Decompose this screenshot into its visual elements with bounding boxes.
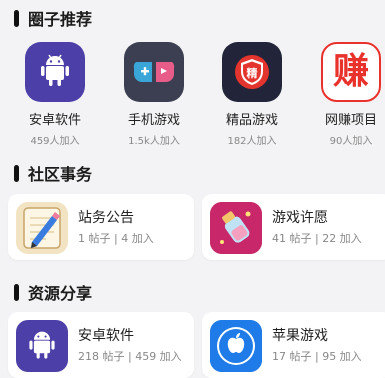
circle-members: 1.5k人加入: [128, 136, 180, 147]
section-header-resources: 资源分享: [14, 280, 92, 304]
community-card-announcement[interactable]: 站务公告 1 帖子 | 4 加入: [8, 194, 194, 260]
circle-members: 90人加入: [329, 136, 373, 147]
section-header-community: 社区事务: [14, 161, 92, 185]
circle-members: 182人加入: [227, 136, 277, 147]
resource-card-apple-games[interactable]: 苹果游戏 17 帖子 | 95 加入: [202, 312, 385, 378]
wish-bottle-icon: [210, 202, 262, 254]
section-marker: [14, 164, 19, 182]
gamepad-icon: [124, 42, 184, 102]
card-stats: 218 帖子 | 459 加入: [78, 350, 182, 363]
card-title: 安卓软件: [78, 328, 134, 344]
card-title: 站务公告: [78, 210, 134, 226]
circle-item-online-earning[interactable]: 赚 网赚项目 90人加入: [305, 42, 385, 147]
apple-icon: [210, 320, 262, 372]
shield-badge-text: 精: [247, 66, 258, 80]
circle-name: 精品游戏: [225, 113, 278, 128]
card-stats: 17 帖子 | 95 加入: [272, 350, 362, 363]
card-title: 苹果游戏: [272, 328, 328, 344]
earn-icon: 赚: [321, 42, 381, 102]
circle-members: 459人加入: [30, 136, 80, 147]
resource-card-android[interactable]: 安卓软件 218 帖子 | 459 加入: [8, 312, 194, 378]
circle-item-premium-games[interactable]: 精 精品游戏 182人加入: [206, 42, 298, 147]
section-title: 社区事务: [28, 165, 93, 184]
card-stats: 41 帖子 | 22 加入: [272, 232, 362, 245]
shield-badge-icon: 精: [222, 42, 282, 102]
card-stats: 1 帖子 | 4 加入: [78, 232, 154, 245]
circle-recommend-list: 安卓软件 459人加入 手机游戏 1.5k人加入 精 精品游戏 182人加入 赚…: [0, 42, 385, 147]
card-title: 游戏许愿: [272, 210, 328, 226]
circle-name: 网赚项目: [324, 113, 377, 128]
notepad-pencil-icon: [16, 202, 68, 254]
section-marker: [14, 283, 19, 301]
section-title: 资源分享: [28, 284, 93, 303]
circle-item-android-software[interactable]: 安卓软件 459人加入: [9, 42, 101, 147]
earn-icon-text: 赚: [332, 51, 369, 92]
android-icon: [16, 320, 68, 372]
community-card-game-wish[interactable]: 游戏许愿 41 帖子 | 22 加入: [202, 194, 385, 260]
section-marker: [14, 9, 19, 27]
circle-name: 安卓软件: [28, 113, 81, 128]
section-header-circles: 圈子推荐: [14, 6, 92, 30]
circle-item-mobile-games[interactable]: 手机游戏 1.5k人加入: [108, 42, 200, 147]
circle-name: 手机游戏: [127, 113, 180, 128]
section-title: 圈子推荐: [28, 10, 93, 29]
android-icon: [25, 42, 85, 102]
